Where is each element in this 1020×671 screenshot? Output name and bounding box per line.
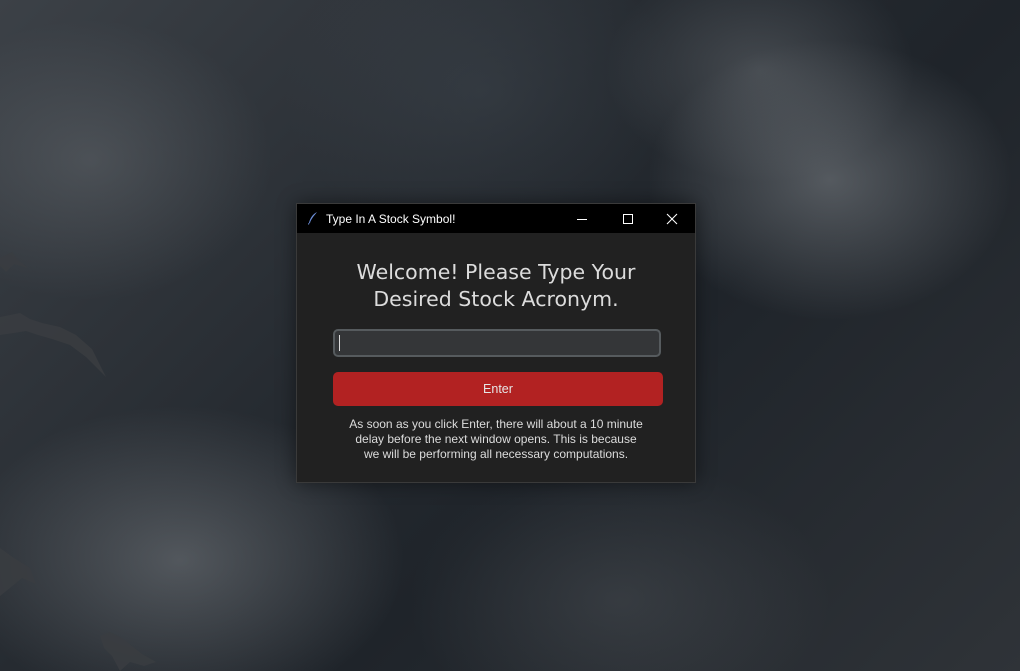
maximize-button[interactable] <box>605 204 651 233</box>
bat-silhouette-2 <box>0 313 106 377</box>
minimize-icon <box>577 218 587 220</box>
close-button[interactable] <box>649 204 695 233</box>
stock-symbol-input[interactable] <box>333 329 661 357</box>
welcome-heading-line-1: Welcome! Please Type Your <box>356 260 636 284</box>
window-title: Type In A Stock Symbol! <box>326 212 456 226</box>
bat-silhouette-1 <box>0 252 28 272</box>
welcome-heading-line-2: Desired Stock Acronym. <box>373 287 619 311</box>
minimize-button[interactable] <box>559 204 605 233</box>
delay-notice-line-2: delay before the next window opens. This… <box>355 432 637 446</box>
enter-button[interactable]: Enter <box>333 372 663 406</box>
welcome-heading: Welcome! Please Type Your Desired Stock … <box>297 259 695 313</box>
bat-silhouette-3 <box>0 548 36 596</box>
delay-notice: As soon as you click Enter, there will a… <box>317 417 675 462</box>
title-bar[interactable]: Type In A Stock Symbol! <box>297 204 695 233</box>
bat-silhouette-4 <box>100 632 156 671</box>
close-icon <box>666 213 678 224</box>
text-caret <box>339 335 340 351</box>
maximize-icon <box>623 213 633 224</box>
dialog-window: Type In A Stock Symbol! Welcome! Please … <box>296 203 696 483</box>
delay-notice-line-1: As soon as you click Enter, there will a… <box>349 417 643 431</box>
feather-icon <box>308 212 317 225</box>
delay-notice-line-3: we will be performing all necessary comp… <box>363 447 629 461</box>
desktop-background: Type In A Stock Symbol! Welcome! Please … <box>0 0 1020 671</box>
